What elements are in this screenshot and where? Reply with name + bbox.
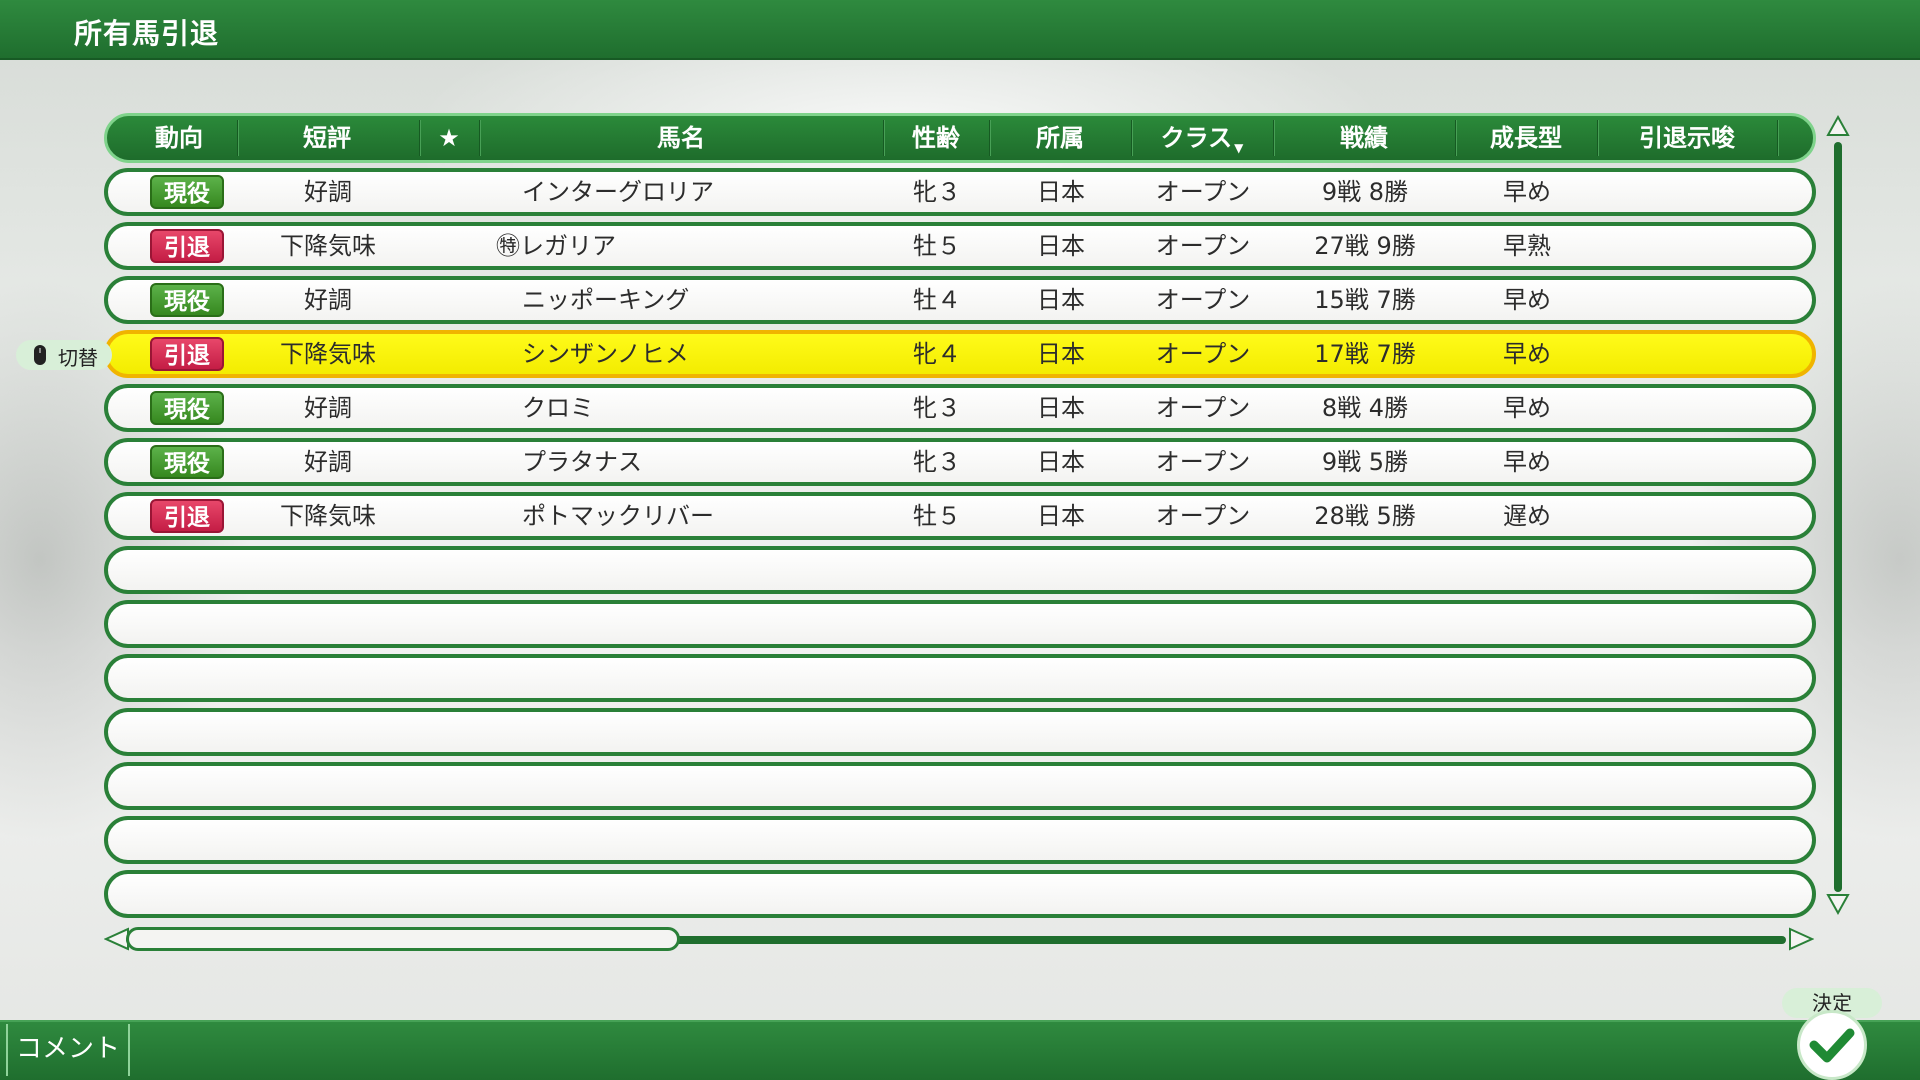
sex-age-cell: 牝３ — [913, 448, 961, 476]
growth-cell: 早め — [1503, 178, 1551, 206]
arrow-right-icon[interactable] — [1788, 926, 1814, 952]
class-cell: オープン — [1155, 448, 1251, 476]
empty-row — [104, 546, 1816, 594]
col-class[interactable]: クラス ▼ — [1131, 116, 1273, 160]
col-growth[interactable]: 成長型 — [1455, 116, 1597, 160]
title-bar: 所有馬引退 — [0, 0, 1920, 60]
vertical-scrollbar[interactable] — [1834, 142, 1842, 892]
comment-cell: 好調 — [304, 394, 352, 422]
empty-row — [104, 654, 1816, 702]
record-cell: 27戦 9勝 — [1314, 232, 1416, 260]
horse-name: ㊕レガリア — [496, 232, 616, 260]
confirm-button[interactable] — [1797, 1010, 1867, 1080]
growth-cell: 早熟 — [1503, 232, 1551, 260]
col-retire-hint[interactable]: 引退示唆 — [1597, 116, 1777, 160]
empty-row — [104, 870, 1816, 918]
col-name[interactable]: 馬名 — [479, 116, 883, 160]
affiliation-cell: 日本 — [1037, 448, 1085, 476]
comment-cell: 好調 — [304, 178, 352, 206]
sex-age-cell: 牝４ — [913, 340, 961, 368]
sex-age-cell: 牡５ — [913, 502, 961, 530]
empty-row — [104, 708, 1816, 756]
growth-cell: 早め — [1503, 448, 1551, 476]
class-cell: オープン — [1155, 340, 1251, 368]
sex-age-cell: 牝３ — [913, 394, 961, 422]
table-row[interactable]: 現役 好調 クロミ 牝３ 日本 オープン 8戦 4勝 早め — [104, 384, 1816, 432]
col-status[interactable]: 動向 — [127, 116, 231, 160]
horse-name: ポトマックリバー — [522, 502, 714, 530]
comment-cell: 下降気味 — [280, 340, 376, 368]
record-cell: 9戦 5勝 — [1321, 448, 1409, 476]
class-cell: オープン — [1155, 502, 1251, 530]
class-cell: オープン — [1155, 286, 1251, 314]
class-cell: オープン — [1155, 394, 1251, 422]
horse-name: インターグロリア — [522, 178, 714, 206]
comment-cell: 下降気味 — [280, 232, 376, 260]
affiliation-cell: 日本 — [1037, 178, 1085, 206]
mouse-icon — [34, 345, 46, 365]
status-badge: 現役 — [150, 283, 224, 317]
horse-name: クロミ — [522, 394, 594, 422]
switch-toggle[interactable]: 切替 — [16, 340, 112, 370]
record-cell: 15戦 7勝 — [1314, 286, 1416, 314]
status-badge: 現役 — [150, 391, 224, 425]
comment-cell: 下降気味 — [280, 502, 376, 530]
table-row[interactable]: 現役 好調 インターグロリア 牝３ 日本 オープン 9戦 8勝 早め — [104, 168, 1816, 216]
sex-age-cell: 牡５ — [913, 232, 961, 260]
table-row[interactable]: 現役 好調 ニッポーキング 牡４ 日本 オープン 15戦 7勝 早め — [104, 276, 1816, 324]
record-cell: 9戦 8勝 — [1321, 178, 1409, 206]
table-row-selected[interactable]: 引退 下降気味 シンザンノヒメ 牝４ 日本 オープン 17戦 7勝 早め — [104, 330, 1816, 378]
affiliation-cell: 日本 — [1037, 502, 1085, 530]
class-cell: オープン — [1155, 232, 1251, 260]
empty-row — [104, 816, 1816, 864]
table-header: 動向 短評 ★ 馬名 性齢 所属 クラス ▼ 戦績 成長型 引退示唆 — [104, 113, 1816, 163]
arrow-down-icon[interactable] — [1826, 892, 1850, 916]
record-cell: 17戦 7勝 — [1314, 340, 1416, 368]
growth-cell: 早め — [1503, 394, 1551, 422]
col-record[interactable]: 戦績 — [1273, 116, 1455, 160]
horse-name: プラタナス — [522, 448, 642, 476]
record-cell: 8戦 4勝 — [1321, 394, 1409, 422]
horse-name: シンザンノヒメ — [522, 340, 689, 368]
comment-button[interactable]: コメント — [6, 1024, 130, 1076]
status-badge: 引退 — [150, 499, 224, 533]
empty-row — [104, 762, 1816, 810]
col-star[interactable]: ★ — [419, 116, 479, 160]
status-badge: 現役 — [150, 175, 224, 209]
growth-cell: 早め — [1503, 340, 1551, 368]
footer-bar — [0, 1020, 1920, 1080]
arrow-up-icon[interactable] — [1826, 114, 1850, 138]
status-badge: 引退 — [150, 337, 224, 371]
table-row[interactable]: 引退 下降気味 ポトマックリバー 牡５ 日本 オープン 28戦 5勝 遅め — [104, 492, 1816, 540]
affiliation-cell: 日本 — [1037, 394, 1085, 422]
comment-cell: 好調 — [304, 286, 352, 314]
horse-name: ニッポーキング — [522, 286, 690, 314]
sort-down-icon: ▼ — [1234, 141, 1244, 155]
growth-cell: 早め — [1503, 286, 1551, 314]
status-badge: 引退 — [150, 229, 224, 263]
col-comment[interactable]: 短評 — [237, 116, 417, 160]
switch-label: 切替 — [58, 346, 98, 370]
comment-cell: 好調 — [304, 448, 352, 476]
affiliation-cell: 日本 — [1037, 286, 1085, 314]
horizontal-scroll-thumb[interactable] — [126, 927, 680, 951]
affiliation-cell: 日本 — [1037, 340, 1085, 368]
growth-cell: 遅め — [1503, 502, 1551, 530]
status-badge: 現役 — [150, 445, 224, 479]
col-affiliation[interactable]: 所属 — [989, 116, 1131, 160]
empty-row — [104, 600, 1816, 648]
table-row[interactable]: 引退 下降気味 ㊕レガリア 牡５ 日本 オープン 27戦 9勝 早熟 — [104, 222, 1816, 270]
table-row[interactable]: 現役 好調 プラタナス 牝３ 日本 オープン 9戦 5勝 早め — [104, 438, 1816, 486]
page-title: 所有馬引退 — [74, 17, 220, 50]
affiliation-cell: 日本 — [1037, 232, 1085, 260]
checkmark-icon — [1809, 1028, 1855, 1063]
record-cell: 28戦 5勝 — [1314, 502, 1416, 530]
sex-age-cell: 牡４ — [913, 286, 961, 314]
col-sex-age[interactable]: 性齢 — [883, 116, 989, 160]
sex-age-cell: 牝３ — [913, 178, 961, 206]
class-cell: オープン — [1155, 178, 1251, 206]
